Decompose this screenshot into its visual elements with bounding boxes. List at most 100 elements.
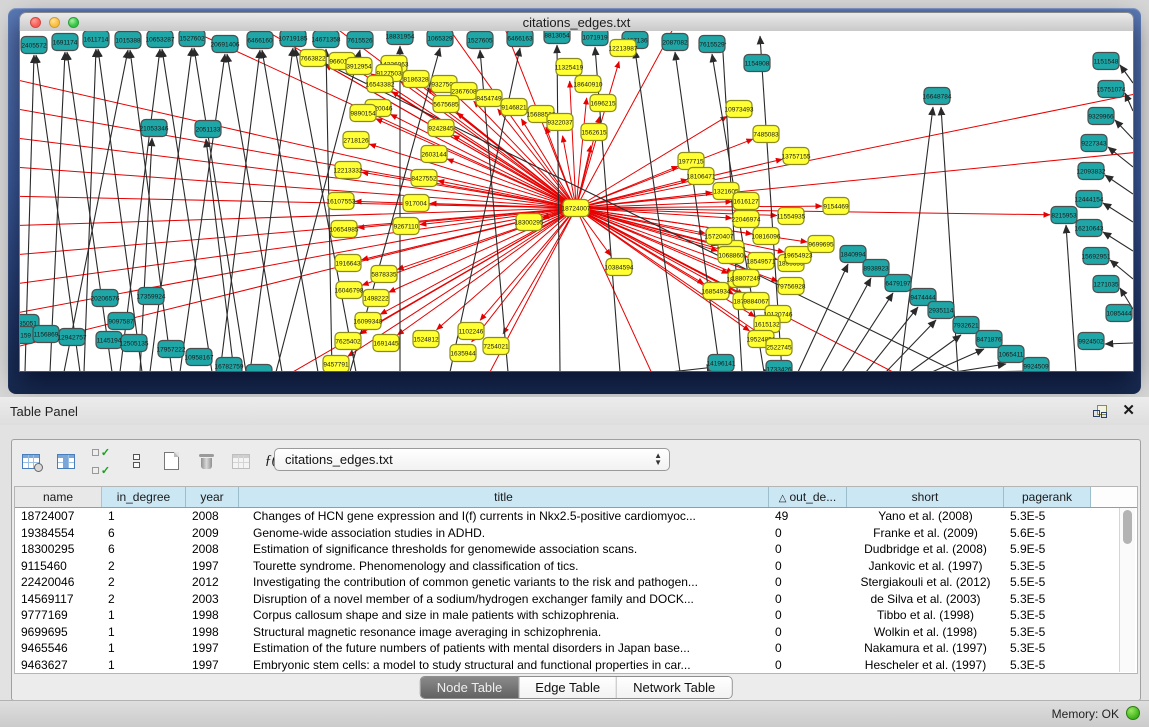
network-node[interactable]: 1145194 bbox=[96, 332, 122, 349]
show-column-icon[interactable] bbox=[53, 448, 79, 474]
cell-short[interactable]: Wolkin et al. (1998) bbox=[847, 624, 1004, 641]
table-scrollbar[interactable] bbox=[1119, 508, 1135, 672]
network-node[interactable]: 11554935 bbox=[777, 208, 806, 225]
tab-edge-table[interactable]: Edge Table bbox=[519, 677, 617, 698]
table-row[interactable]: 946554611997Estimation of the future num… bbox=[15, 640, 1137, 657]
network-node[interactable]: 16782759 bbox=[215, 358, 244, 372]
cell-name[interactable]: 22420046 bbox=[15, 574, 102, 591]
network-node[interactable]: 2522745 bbox=[766, 339, 792, 356]
cell-year[interactable]: 2008 bbox=[186, 541, 239, 558]
tab-network-table[interactable]: Network Table bbox=[617, 677, 731, 698]
close-panel-icon[interactable]: ✕ bbox=[1122, 401, 1135, 419]
network-node[interactable]: 9924509 bbox=[1023, 358, 1049, 372]
network-node[interactable]: 10816096 bbox=[752, 228, 781, 245]
network-node[interactable]: 9267110 bbox=[393, 218, 419, 235]
cell-title[interactable]: Genome-wide association studies in ADHD. bbox=[239, 525, 769, 542]
network-node[interactable]: 7625402 bbox=[335, 333, 361, 350]
cell-out_de[interactable]: 0 bbox=[769, 657, 847, 674]
cell-in_degree[interactable]: 6 bbox=[102, 541, 186, 558]
network-node[interactable]: 8454749 bbox=[476, 90, 502, 107]
cell-out_de[interactable]: 0 bbox=[769, 574, 847, 591]
cell-pagerank[interactable]: 5.6E-5 bbox=[1004, 525, 1091, 542]
cell-title[interactable]: Changes of HCN gene expression and I(f) … bbox=[239, 508, 769, 525]
network-node[interactable]: 79756928 bbox=[777, 278, 806, 295]
network-node[interactable]: 5675685 bbox=[433, 96, 459, 113]
cell-in_degree[interactable]: 1 bbox=[102, 624, 186, 641]
network-node[interactable]: 1733426 bbox=[766, 361, 792, 372]
network-node[interactable]: 1498222 bbox=[363, 290, 389, 307]
network-node[interactable]: 16210643 bbox=[1075, 220, 1104, 237]
cell-pagerank[interactable]: 5.3E-5 bbox=[1004, 657, 1091, 674]
network-node[interactable]: 12942757 bbox=[58, 329, 87, 346]
network-node[interactable]: 7615529 bbox=[699, 36, 725, 53]
cell-name[interactable]: 9115460 bbox=[15, 558, 102, 575]
cell-year[interactable]: 1998 bbox=[186, 607, 239, 624]
network-node[interactable]: 1065329 bbox=[427, 31, 453, 47]
network-node[interactable]: 1065411 bbox=[998, 346, 1024, 363]
cell-title[interactable]: Estimation of significance thresholds fo… bbox=[239, 541, 769, 558]
network-node[interactable]: 1151548 bbox=[1093, 53, 1119, 70]
network-node[interactable]: 10958167 bbox=[185, 349, 214, 366]
table-settings-icon[interactable] bbox=[18, 448, 44, 474]
cell-pagerank[interactable]: 5.3E-5 bbox=[1004, 591, 1091, 608]
cell-name[interactable]: 18724007 bbox=[15, 508, 102, 525]
network-node[interactable]: 10719185 bbox=[279, 31, 308, 47]
network-canvas[interactable]: 2405572169117416117141015388106532871527… bbox=[19, 31, 1134, 372]
cell-out_de[interactable]: 0 bbox=[769, 624, 847, 641]
network-node[interactable]: 1635944 bbox=[450, 345, 476, 362]
network-node[interactable]: 1154908 bbox=[744, 55, 770, 72]
cell-short[interactable]: Tibbo et al. (1998) bbox=[847, 607, 1004, 624]
column-header-pagerank[interactable]: pagerank bbox=[1004, 487, 1091, 507]
network-node[interactable]: 18831954 bbox=[386, 31, 415, 45]
cell-name[interactable]: 18300295 bbox=[15, 541, 102, 558]
network-node[interactable]: 16099348 bbox=[354, 313, 383, 330]
cell-short[interactable]: Franke et al. (2009) bbox=[847, 525, 1004, 542]
network-node[interactable]: 10654985 bbox=[330, 221, 359, 238]
cell-pagerank[interactable]: 5.9E-5 bbox=[1004, 541, 1091, 558]
table-row[interactable]: 946362711997Embryonic stem cells: a mode… bbox=[15, 657, 1137, 674]
column-header-year[interactable]: year bbox=[186, 487, 239, 507]
network-node[interactable]: 18640910 bbox=[574, 76, 603, 93]
network-node[interactable]: 18549571 bbox=[747, 253, 776, 270]
network-node[interactable]: 15692951 bbox=[1082, 248, 1111, 265]
network-node[interactable]: 1156869 bbox=[33, 326, 59, 343]
network-node[interactable]: 7932621 bbox=[953, 317, 979, 334]
network-node[interactable]: 1696215 bbox=[590, 95, 616, 112]
tab-node-table[interactable]: Node Table bbox=[421, 677, 520, 698]
cell-in_degree[interactable]: 1 bbox=[102, 657, 186, 674]
column-header-short[interactable]: short bbox=[847, 487, 1004, 507]
cell-title[interactable]: Disruption of a novel member of a sodium… bbox=[239, 591, 769, 608]
network-node[interactable]: 18106471 bbox=[687, 168, 716, 185]
network-node[interactable]: 1611714 bbox=[83, 31, 109, 48]
network-node[interactable]: 8186328 bbox=[403, 71, 429, 88]
network-node[interactable]: 917004 bbox=[403, 195, 429, 212]
cell-in_degree[interactable]: 2 bbox=[102, 558, 186, 575]
network-node[interactable]: 17957222 bbox=[157, 341, 186, 358]
network-node[interactable]: 8938923 bbox=[863, 260, 889, 277]
network-node[interactable]: 6466163 bbox=[507, 31, 533, 47]
table-row[interactable]: 977716911998Corpus callosum shape and si… bbox=[15, 607, 1137, 624]
network-node[interactable]: 1616127 bbox=[733, 193, 759, 210]
network-node[interactable]: 7663822 bbox=[300, 50, 326, 67]
network-node[interactable]: 14671358 bbox=[312, 31, 341, 48]
cell-name[interactable]: 19384554 bbox=[15, 525, 102, 542]
network-node[interactable]: 15720407 bbox=[705, 228, 734, 245]
network-node[interactable]: 2718126 bbox=[343, 132, 369, 149]
column-header-title[interactable]: title bbox=[239, 487, 769, 507]
cell-name[interactable]: 9465546 bbox=[15, 640, 102, 657]
network-node[interactable]: 20206576 bbox=[91, 290, 120, 307]
new-table-icon[interactable] bbox=[158, 448, 184, 474]
table-row[interactable]: 1830029562008Estimation of significance … bbox=[15, 541, 1137, 558]
network-node[interactable]: 13757155 bbox=[782, 148, 811, 165]
network-node[interactable]: 9227343 bbox=[1081, 135, 1107, 152]
table-row[interactable]: 911546021997Tourette syndrome. Phenomeno… bbox=[15, 558, 1137, 575]
network-node[interactable]: 18807249 bbox=[732, 270, 761, 287]
column-header-name[interactable]: name bbox=[15, 487, 102, 507]
network-node[interactable]: 1916643 bbox=[335, 255, 361, 272]
network-graph[interactable]: 2405572169117416117141015388106532871527… bbox=[20, 31, 1133, 371]
network-node[interactable]: 16854934 bbox=[702, 283, 731, 300]
network-node[interactable]: 10384594 bbox=[605, 259, 634, 276]
network-node[interactable]: 14196141 bbox=[707, 355, 736, 372]
cell-title[interactable]: Corpus callosum shape and size in male p… bbox=[239, 607, 769, 624]
cell-short[interactable]: Jankovic et al. (1997) bbox=[847, 558, 1004, 575]
